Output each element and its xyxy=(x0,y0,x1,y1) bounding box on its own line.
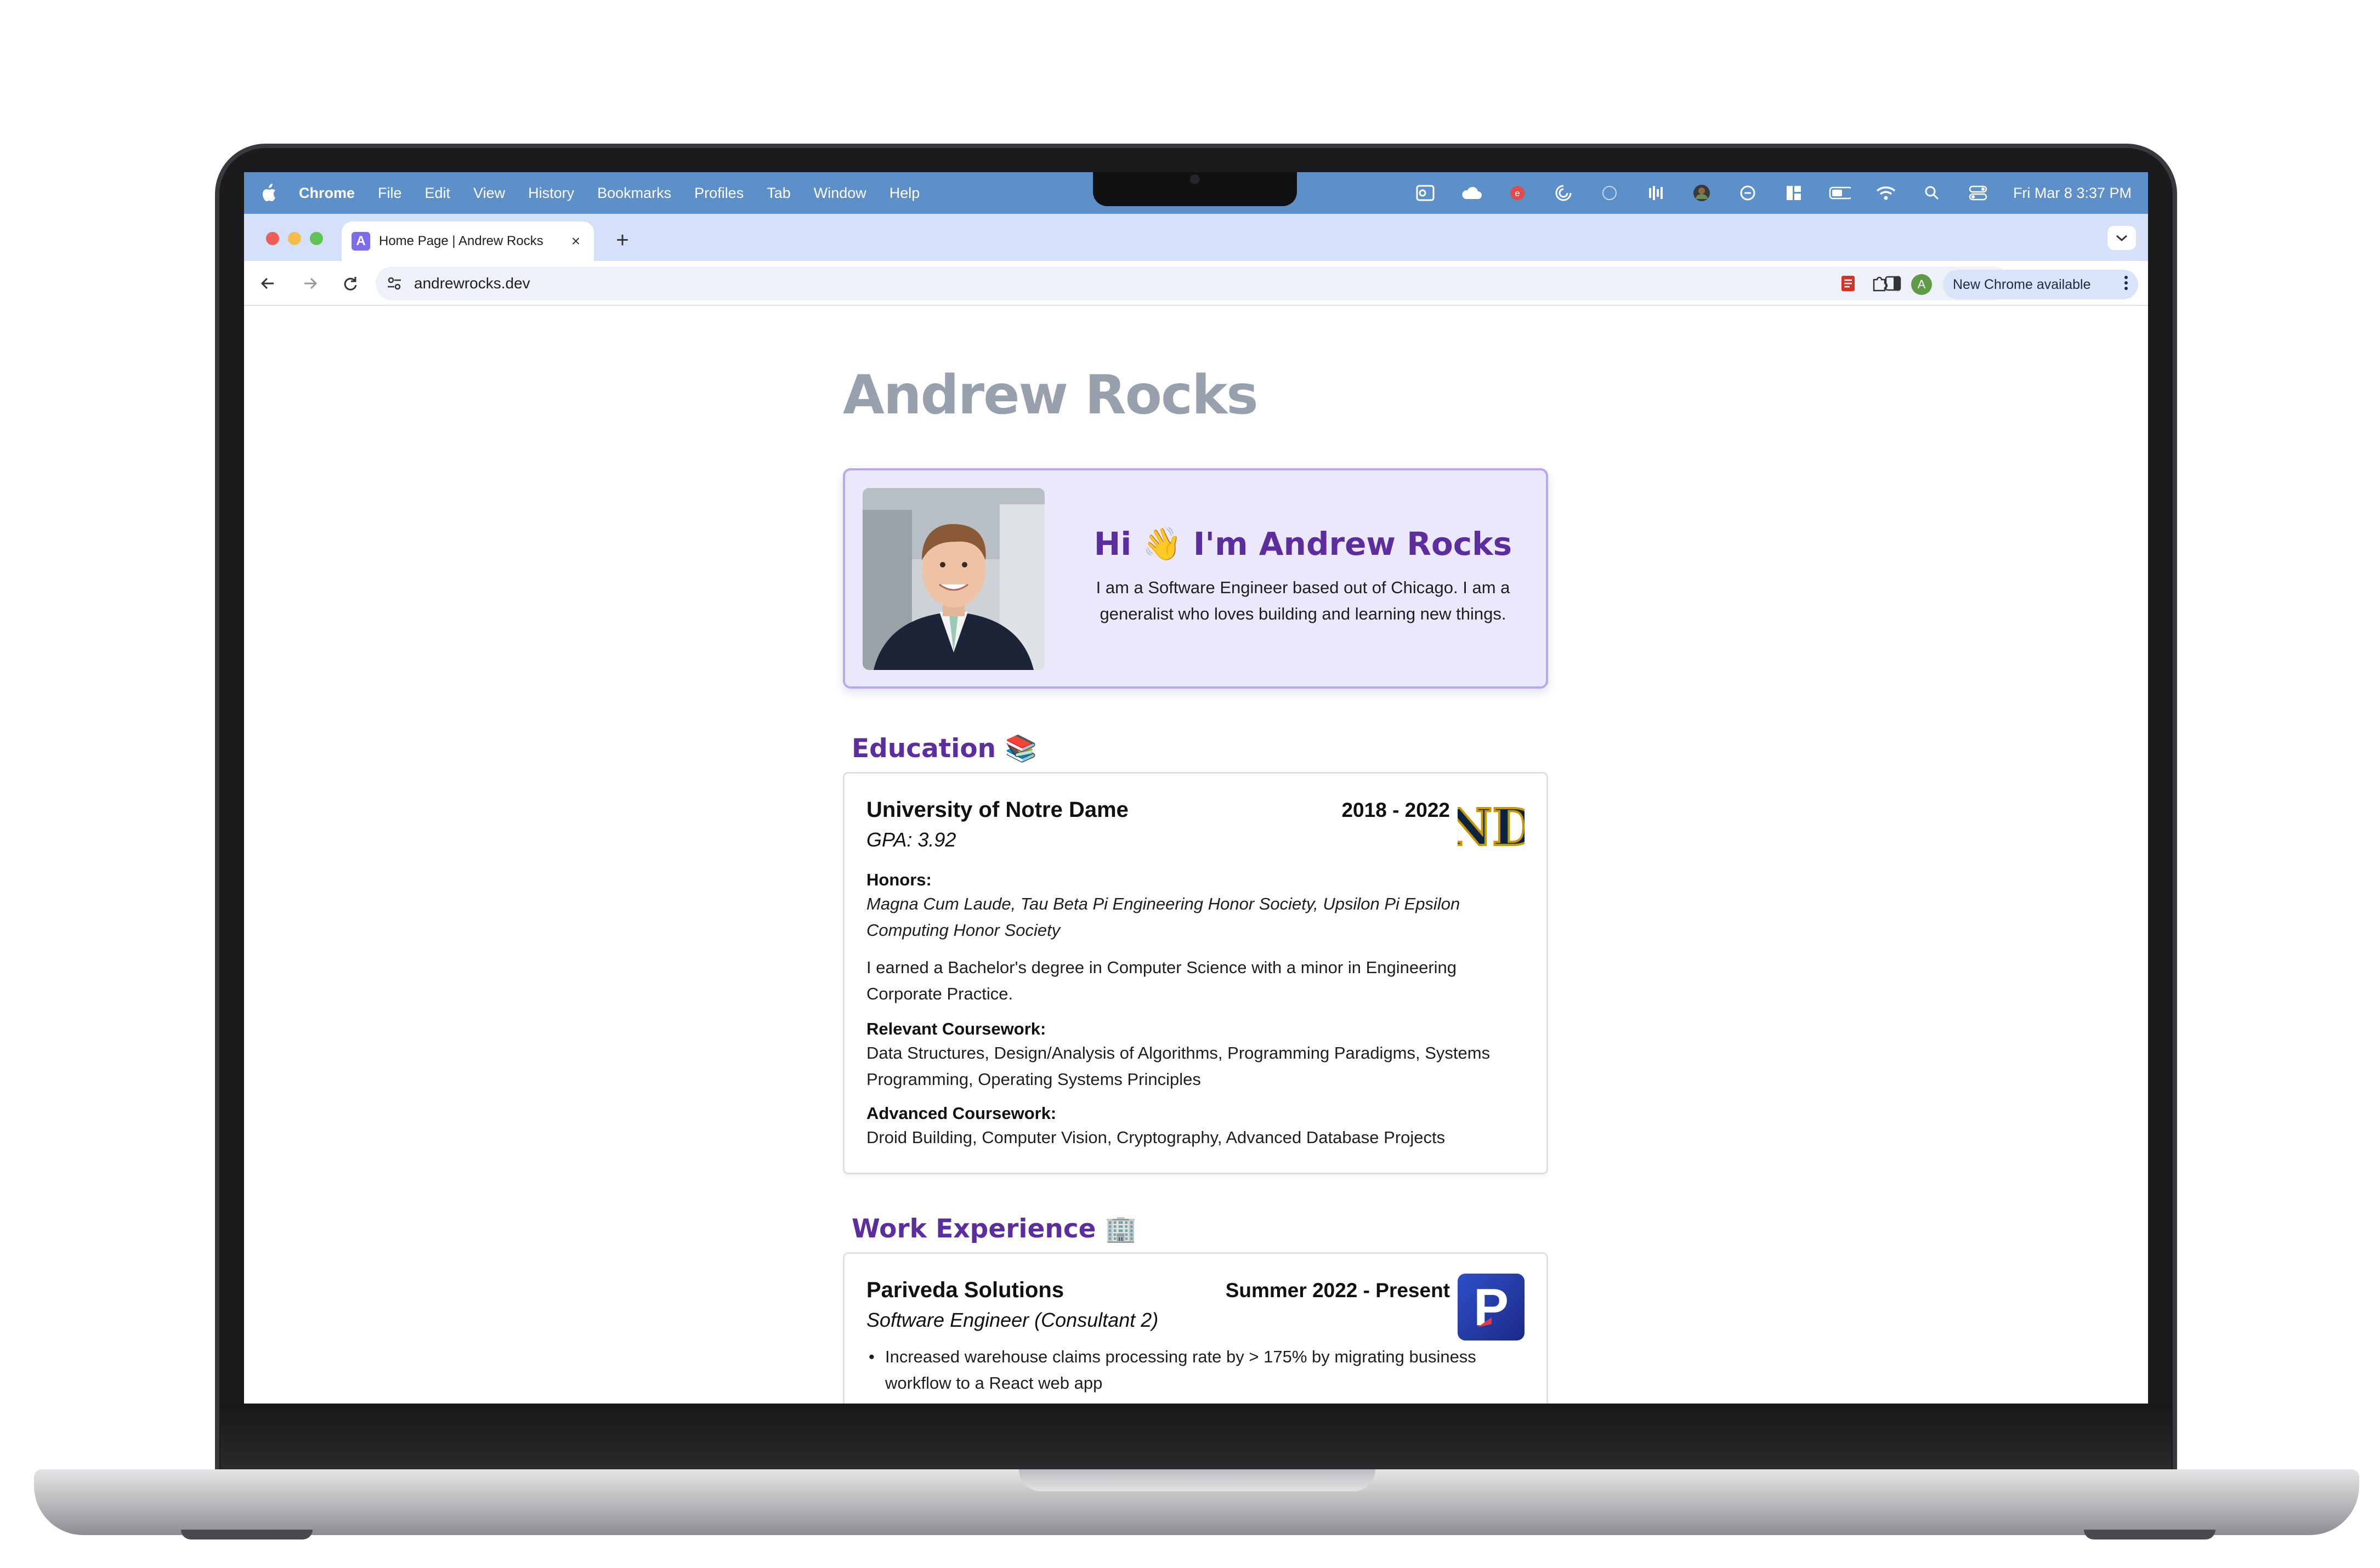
menu-edit[interactable]: Edit xyxy=(425,185,451,202)
layout-icon[interactable] xyxy=(1783,182,1805,204)
sidepanel-icon[interactable] xyxy=(1882,272,1905,295)
avatar-icon[interactable] xyxy=(1691,182,1713,204)
back-icon[interactable] xyxy=(255,271,280,296)
svg-text:e: e xyxy=(1515,188,1520,198)
hero-bio: I am a Software Engineer based out of Ch… xyxy=(1096,578,1510,623)
update-chip-label: New Chrome available xyxy=(1953,276,2091,292)
pdf-extension-icon[interactable] xyxy=(1837,272,1860,295)
outlook-icon[interactable] xyxy=(1414,182,1436,204)
profile-photo xyxy=(863,488,1045,670)
new-chrome-available-button[interactable]: New Chrome available xyxy=(1943,270,2138,299)
badge-icon[interactable]: e xyxy=(1506,182,1528,204)
menu-file[interactable]: File xyxy=(378,185,402,202)
kebab-icon xyxy=(2124,275,2128,295)
honors-text: Magna Cum Laude, Tau Beta Pi Engineering… xyxy=(866,894,1460,940)
menu-view[interactable]: View xyxy=(473,185,505,202)
hero-greeting: Hi 👋 I'm Andrew Rocks xyxy=(1093,525,1512,563)
wifi-icon[interactable] xyxy=(1875,182,1897,204)
laptop-foot-right xyxy=(2084,1530,2215,1539)
minimize-window-button[interactable] xyxy=(288,232,301,245)
new-tab-button[interactable]: + xyxy=(609,227,636,253)
menu-profiles[interactable]: Profiles xyxy=(694,185,744,202)
url-text[interactable]: andrewrocks.dev xyxy=(414,266,530,300)
zoom-window-button[interactable] xyxy=(310,232,323,245)
pariveda-logo-text: P xyxy=(1474,1278,1509,1337)
browser-toolbar: andrewrocks.dev A New Chrome available xyxy=(244,261,2148,306)
search-icon[interactable] xyxy=(1921,182,1943,204)
relevant-coursework-text: Data Structures, Design/Analysis of Algo… xyxy=(866,1043,1491,1089)
notre-dame-logo: ND xyxy=(1445,793,1537,860)
clock[interactable]: Fri Mar 8 3:37 PM xyxy=(2013,185,2132,202)
honors-label: Honors: xyxy=(866,870,932,889)
address-bar[interactable]: andrewrocks.dev xyxy=(376,266,2010,300)
education-heading: Education 📚 xyxy=(852,734,1037,764)
chevron-down-icon xyxy=(2116,235,2127,242)
school-name: University of Notre Dame xyxy=(866,798,1129,822)
cloud-icon[interactable] xyxy=(1460,182,1482,204)
nd-logo-text: ND xyxy=(1458,798,1525,857)
forward-icon[interactable] xyxy=(298,271,323,296)
work-card: Pariveda Solutions Software Engineer (Co… xyxy=(843,1252,1548,1404)
bullet-icon: • xyxy=(869,1347,875,1366)
laptop-bezel xyxy=(220,1404,2172,1470)
close-window-button[interactable] xyxy=(266,232,279,245)
education-card: University of Notre Dame GPA: 3.92 2018 … xyxy=(843,772,1548,1174)
laptop-base-notch xyxy=(1019,1469,1375,1491)
activity-icon[interactable] xyxy=(1552,182,1574,204)
audio-icon[interactable] xyxy=(1645,182,1667,204)
advanced-coursework-label: Advanced Coursework: xyxy=(866,1104,1057,1123)
camera-icon xyxy=(1190,174,1200,184)
menu-help[interactable]: Help xyxy=(889,185,920,202)
screen: Chrome File Edit View History Bookmarks … xyxy=(244,172,2148,1404)
battery-icon[interactable] xyxy=(1829,182,1851,204)
menu-app-chrome[interactable]: Chrome xyxy=(299,185,355,202)
tab-close-icon[interactable]: × xyxy=(568,232,584,250)
apple-icon[interactable] xyxy=(260,182,279,204)
menu-bookmarks[interactable]: Bookmarks xyxy=(597,185,671,202)
moon-icon[interactable] xyxy=(1737,182,1759,204)
favicon-icon: A xyxy=(352,232,370,251)
advanced-coursework-text: Droid Building, Computer Vision, Cryptog… xyxy=(866,1128,1446,1147)
job-role: Software Engineer (Consultant 2) xyxy=(866,1309,1159,1331)
reload-icon[interactable] xyxy=(337,271,362,296)
tab-title: Home Page | Andrew Rocks xyxy=(379,234,543,248)
menu-window[interactable]: Window xyxy=(814,185,866,202)
pariveda-logo: P xyxy=(1458,1274,1525,1340)
control-center-icon[interactable] xyxy=(1967,182,1989,204)
tab-search-button[interactable] xyxy=(2107,226,2136,250)
degree-text: I earned a Bachelor's degree in Computer… xyxy=(866,958,1457,1003)
tab-strip: A Home Page | Andrew Rocks × + xyxy=(244,214,2148,261)
education-dates: 2018 - 2022 xyxy=(1341,799,1450,821)
relevant-coursework-label: Relevant Coursework: xyxy=(866,1019,1046,1038)
gpa: GPA: 3.92 xyxy=(866,828,956,851)
company-name: Pariveda Solutions xyxy=(866,1278,1064,1302)
profile-avatar[interactable]: A xyxy=(1911,274,1932,295)
menu-history[interactable]: History xyxy=(528,185,574,202)
work-dates: Summer 2022 - Present xyxy=(1225,1279,1450,1302)
laptop-foot-left xyxy=(181,1530,313,1539)
focus-icon[interactable] xyxy=(1599,182,1620,204)
intro-card: Hi 👋 I'm Andrew Rocks I am a Software En… xyxy=(843,468,1548,689)
site-info-icon[interactable] xyxy=(383,272,405,294)
tab-home-page[interactable]: A Home Page | Andrew Rocks × xyxy=(342,221,594,261)
page-title: Andrew Rocks xyxy=(843,364,1259,427)
status-area: e Fri Mar 8 3:37 PM xyxy=(1414,172,2132,214)
work-experience-heading: Work Experience 🏢 xyxy=(852,1214,1137,1244)
web-page: Andrew Rocks Hi 👋 I'm Andrew Rocks I am … xyxy=(244,306,2148,1404)
work-bullet: Increased warehouse claims processing ra… xyxy=(885,1347,1476,1393)
menu-tab[interactable]: Tab xyxy=(767,185,791,202)
